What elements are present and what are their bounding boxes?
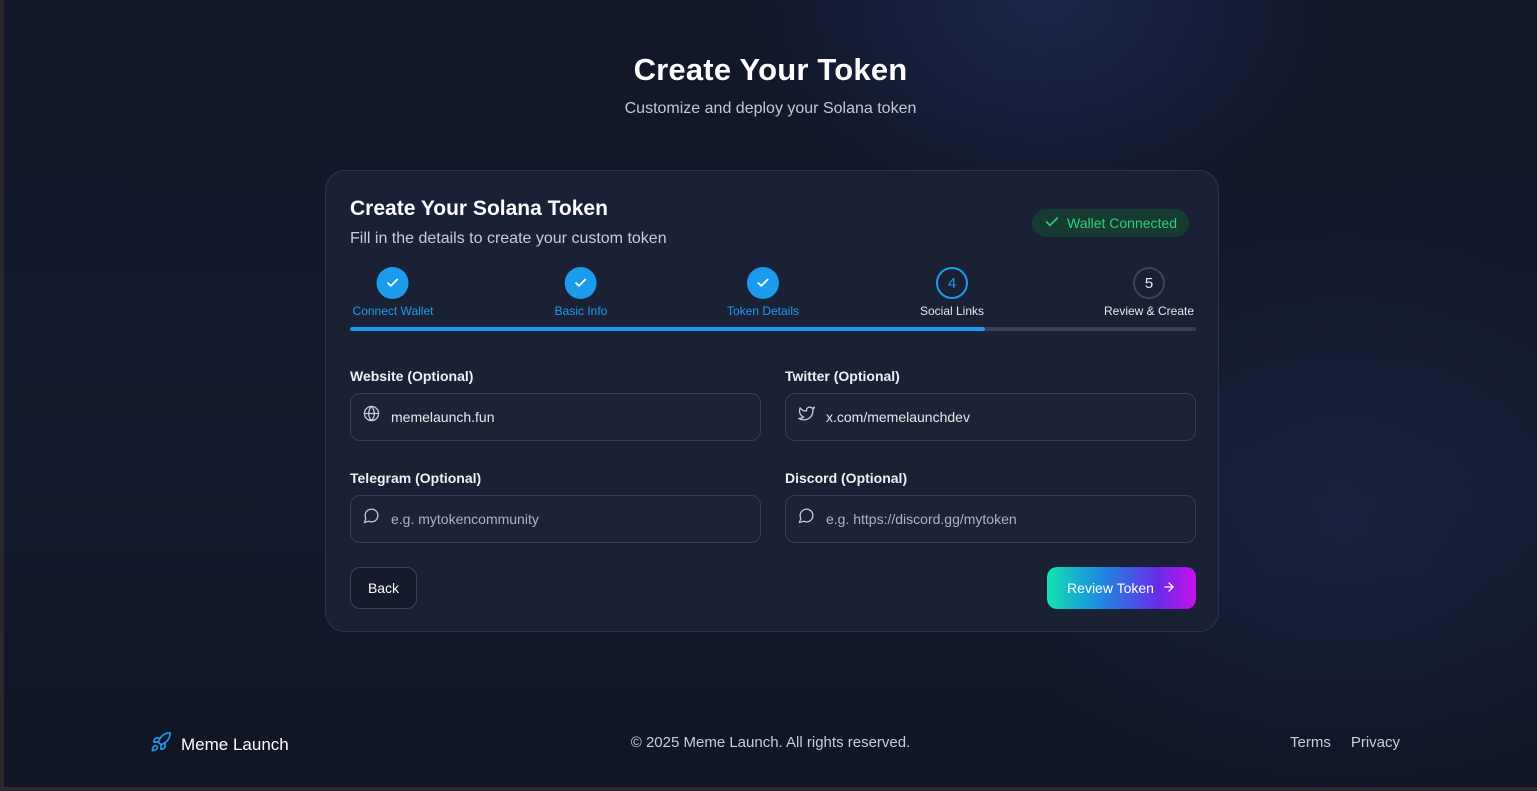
twitter-field-box	[785, 393, 1196, 441]
step-label: Review & Create	[1103, 304, 1195, 318]
arrow-right-icon	[1162, 580, 1176, 597]
website-field-box	[350, 393, 761, 441]
discord-input[interactable]	[826, 511, 1176, 527]
step-number: 4	[936, 267, 968, 299]
step-label: Token Details	[726, 304, 800, 318]
create-token-card: Create Your Solana Token Fill in the det…	[325, 170, 1219, 632]
twitter-label: Twitter (Optional)	[785, 368, 900, 384]
telegram-field-box	[350, 495, 761, 543]
telegram-label: Telegram (Optional)	[350, 470, 482, 486]
message-circle-icon	[363, 507, 380, 524]
step-label: Basic Info	[554, 304, 608, 318]
twitter-input[interactable]	[826, 409, 1176, 425]
wallet-status-badge: Wallet Connected	[1032, 209, 1189, 237]
telegram-input[interactable]	[391, 511, 741, 527]
step-complete-icon	[377, 267, 409, 299]
website-label: Website (Optional)	[350, 368, 474, 384]
progress-bar-fill	[350, 327, 985, 331]
discord-field-box	[785, 495, 1196, 543]
globe-icon	[363, 405, 380, 422]
step-basic-info: Basic Info	[554, 267, 608, 318]
step-complete-icon	[746, 267, 779, 299]
footer-link-privacy[interactable]: Privacy	[1351, 734, 1400, 751]
review-token-label: Review Token	[1067, 580, 1154, 596]
website-input[interactable]	[391, 409, 741, 425]
step-number: 5	[1132, 267, 1165, 299]
review-token-button[interactable]: Review Token	[1047, 567, 1196, 609]
step-connect-wallet: Connect Wallet	[352, 267, 434, 318]
twitter-icon	[798, 405, 815, 422]
card-subtitle: Fill in the details to create your custo…	[350, 230, 667, 247]
step-review-create: 5 Review & Create	[1104, 267, 1194, 318]
step-social-links: 4 Social Links	[920, 267, 984, 318]
card-title: Create Your Solana Token	[350, 197, 608, 220]
check-icon	[1044, 214, 1060, 233]
stepper: Connect Wallet Basic Info Token Details …	[350, 267, 1196, 333]
step-token-details: Token Details	[727, 267, 799, 318]
discord-label: Discord (Optional)	[785, 470, 908, 486]
wallet-status-text: Wallet Connected	[1067, 215, 1177, 231]
message-circle-icon	[798, 507, 815, 524]
progress-bar	[350, 327, 1196, 331]
page-title: Create Your Token	[633, 52, 908, 87]
step-label: Social Links	[919, 304, 985, 318]
step-label: Connect Wallet	[352, 304, 434, 318]
app-window: Create Your Token Customize and deploy y…	[4, 0, 1537, 787]
step-complete-icon	[564, 267, 597, 299]
footer-links: Terms Privacy	[1290, 734, 1400, 751]
footer-link-terms[interactable]: Terms	[1290, 734, 1331, 751]
back-button[interactable]: Back	[350, 567, 417, 609]
page-subtitle: Customize and deploy your Solana token	[624, 100, 917, 117]
